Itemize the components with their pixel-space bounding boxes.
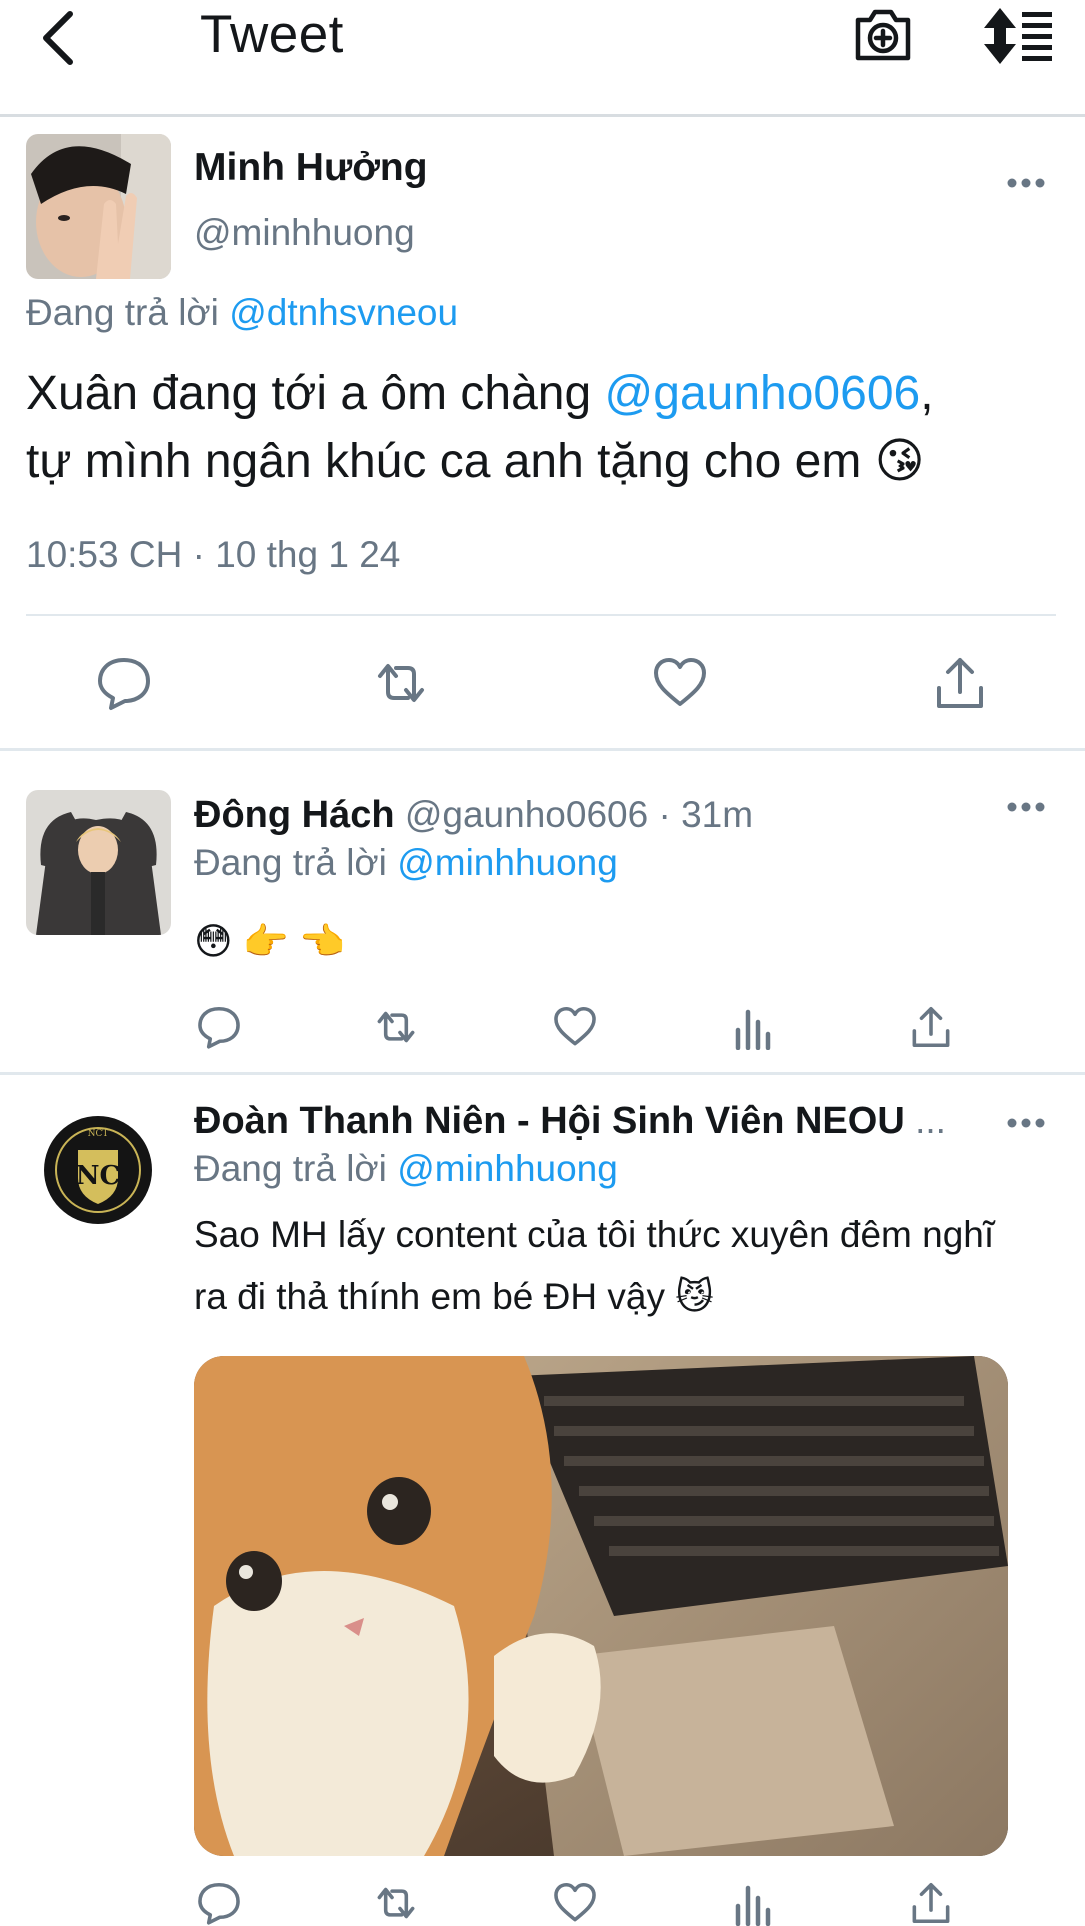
- share-icon[interactable]: [931, 654, 989, 712]
- sort-list-icon[interactable]: [982, 6, 1054, 66]
- page-title: Tweet: [200, 5, 344, 64]
- divider: [0, 1072, 1085, 1075]
- retweet-icon[interactable]: [373, 1880, 419, 1926]
- avatar[interactable]: [26, 134, 171, 279]
- svg-text:NC: NC: [76, 1161, 120, 1191]
- back-icon[interactable]: [38, 8, 78, 68]
- author-handle[interactable]: @gaunho0606: [405, 794, 648, 835]
- attached-image-cat-laptop[interactable]: [194, 1356, 1008, 1856]
- more-options-icon[interactable]: [1006, 176, 1046, 190]
- analytics-icon[interactable]: [730, 1004, 776, 1050]
- reply-time: 31m: [681, 794, 754, 835]
- replying-to-handle[interactable]: @dtnhsvneou: [229, 292, 458, 333]
- divider: [0, 748, 1085, 751]
- avatar[interactable]: [26, 790, 171, 935]
- reply-icon[interactable]: [95, 654, 153, 712]
- replying-to-handle[interactable]: @minhhuong: [397, 1148, 618, 1189]
- reply-text: 😳 👉 👈: [194, 921, 346, 962]
- replying-to: Đang trả lời @minhhuong: [194, 1148, 618, 1190]
- reply-text: Sao MH lấy content của tôi thức xuyên đê…: [194, 1214, 995, 1317]
- tweet-text-part: ,: [920, 367, 934, 420]
- top-bar: Tweet: [0, 0, 1085, 117]
- tweet-text-part: Xuân đang tới a ôm chàng: [26, 367, 605, 420]
- replying-to: Đang trả lời @minhhuong: [194, 842, 618, 884]
- reply-icon[interactable]: [196, 1880, 242, 1926]
- replying-to: Đang trả lời @dtnhsvneou: [26, 292, 458, 334]
- author-name[interactable]: Đoàn Thanh Niên - Hội Sinh Viên NEOU: [194, 1100, 905, 1142]
- reply-author-line: Đoàn Thanh Niên - Hội Sinh Viên NEOU ...: [194, 1100, 946, 1143]
- reply-author-line: Đông Hách @gaunho0606 · 31m: [194, 794, 753, 837]
- truncation-ellipsis: ...: [915, 1100, 946, 1141]
- separator-dot: ·: [658, 794, 671, 835]
- retweet-icon[interactable]: [373, 1004, 419, 1050]
- tweet-mention[interactable]: @gaunho0606: [605, 367, 921, 420]
- author-name[interactable]: Minh Hưởng: [194, 146, 428, 190]
- replying-to-label: Đang trả lời: [26, 292, 219, 333]
- author-handle[interactable]: @minhhuong: [194, 212, 415, 254]
- replying-to-label: Đang trả lời: [194, 1148, 387, 1189]
- avatar[interactable]: NCT NC: [26, 1098, 171, 1243]
- logo-text: NCT: [88, 1129, 109, 1139]
- share-icon[interactable]: [908, 1880, 954, 1926]
- tweet-text: Xuân đang tới a ôm chàng @gaunho0606, tự …: [26, 360, 1046, 496]
- more-options-icon[interactable]: [1006, 1116, 1046, 1130]
- analytics-icon[interactable]: [730, 1880, 776, 1926]
- tweet-timestamp[interactable]: 10:53 CH · 10 thg 1 24: [26, 534, 400, 576]
- more-options-icon[interactable]: [1006, 800, 1046, 814]
- replying-to-handle[interactable]: @minhhuong: [397, 842, 618, 883]
- like-icon[interactable]: [651, 654, 709, 712]
- like-icon[interactable]: [552, 1880, 598, 1926]
- kiss-emoji: 😘: [874, 435, 925, 488]
- camera-add-icon[interactable]: [852, 4, 914, 64]
- share-icon[interactable]: [908, 1004, 954, 1050]
- reply-icon[interactable]: [196, 1004, 242, 1050]
- tweet-text-line: tự mình ngân khúc ca anh tặng cho em: [26, 435, 862, 488]
- retweet-icon[interactable]: [372, 654, 430, 712]
- replying-to-label: Đang trả lời: [194, 842, 387, 883]
- divider: [26, 614, 1056, 616]
- like-icon[interactable]: [552, 1004, 598, 1050]
- author-name[interactable]: Đông Hách: [194, 794, 395, 836]
